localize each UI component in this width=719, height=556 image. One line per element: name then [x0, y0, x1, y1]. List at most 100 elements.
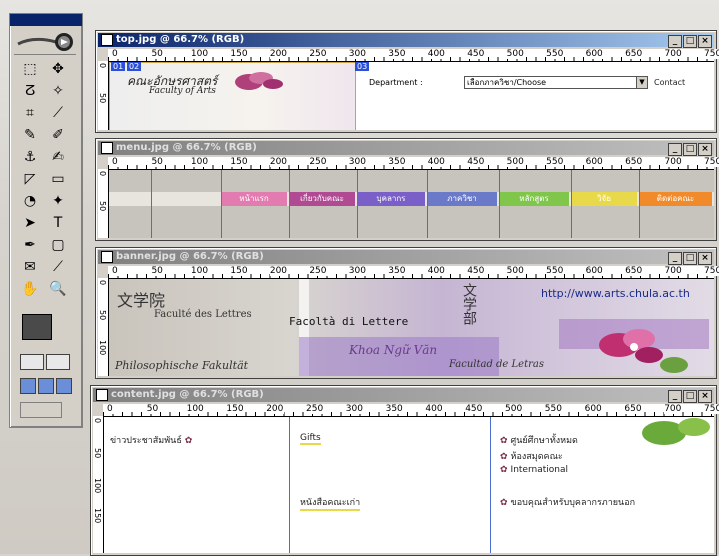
- eyedropper-icon[interactable]: ⟋: [44, 256, 72, 278]
- document-window-banner[interactable]: banner.jpg @ 66.7% (RGB) _ □ × 0 50 100 150 20…: [95, 247, 719, 379]
- ruler-tick-label: 300: [348, 157, 367, 167]
- window-titlebar[interactable]: menu.jpg @ 66.7% (RGB) _ □ ×: [98, 141, 714, 156]
- minimize-button[interactable]: _: [668, 390, 682, 403]
- banner-text: Khoa Ngữ Văn: [349, 343, 438, 357]
- standard-mode-icon[interactable]: [20, 354, 44, 370]
- jump-to-imageready-icon[interactable]: [20, 402, 62, 418]
- document-window-top[interactable]: top.jpg @ 66.7% (RGB) _ □ × 0 50 100 150 200 25…: [95, 30, 719, 133]
- crop-icon[interactable]: ⌗: [16, 102, 44, 124]
- zoom-icon[interactable]: 🔍: [44, 278, 72, 300]
- pen-icon[interactable]: ✒: [16, 234, 44, 256]
- ruler-tick-label: 500: [506, 157, 525, 167]
- document-window-menu[interactable]: menu.jpg @ 66.7% (RGB) _ □ × 0 50 100 150 200 2…: [95, 138, 719, 241]
- ruler-tick-label: 400: [427, 49, 446, 59]
- ruler-tick-label: 0: [107, 404, 114, 414]
- blur-icon[interactable]: ◔: [16, 190, 44, 212]
- menu-button[interactable]: ภาควิชา: [427, 192, 497, 206]
- bullet-icon: ✿: [184, 436, 193, 446]
- chevron-down-icon[interactable]: ▼: [636, 77, 647, 88]
- menu-button[interactable]: วิจัย: [571, 192, 637, 206]
- close-button[interactable]: ×: [698, 35, 712, 48]
- maximize-button[interactable]: □: [683, 143, 697, 156]
- menu-button[interactable]: หลักสูตร: [499, 192, 569, 206]
- tool-grid: ⬚ ✥ ⵒ ✧ ⌗ ⟋ ✎ ✐ ⚓ ✍ ◸ ▭ ◔ ✦ ➤ T ✒ ▢ ✉ ⟋ ✋ 🔍: [16, 58, 78, 300]
- ruler-tick-label: 200: [269, 266, 289, 276]
- slice-tag[interactable]: 02: [127, 62, 142, 71]
- maximize-button[interactable]: □: [683, 252, 697, 265]
- gradient-icon[interactable]: ▭: [44, 168, 72, 190]
- ruler-tick-label: 300: [345, 404, 364, 414]
- document-canvas[interactable]: ข่าวประชาสัมพันธ์ ✿ Gifts หนังสือคณะเก่า…: [104, 417, 714, 553]
- right-link[interactable]: ✿ International: [500, 465, 568, 475]
- gifts-label[interactable]: Gifts: [300, 433, 321, 445]
- document-icon: [101, 251, 113, 263]
- banner-url: http://www.arts.chula.ac.th: [541, 287, 690, 300]
- document-canvas[interactable]: 文学院 Faculté des Lettres Facoltà di Lette…: [109, 279, 714, 376]
- minimize-button[interactable]: _: [668, 143, 682, 156]
- notes-icon[interactable]: ✉: [16, 256, 44, 278]
- ruler-tick-label: 550: [546, 49, 565, 59]
- right-link[interactable]: ✿ ศูนย์ศึกษาทั้งหมด: [500, 433, 578, 447]
- path-select-icon[interactable]: ➤: [16, 212, 44, 234]
- menu-button[interactable]: บุคลากร: [357, 192, 425, 206]
- document-icon: [96, 389, 108, 401]
- ruler-tick-label: 450: [467, 157, 486, 167]
- ruler-tick-label: 50: [151, 266, 164, 276]
- standard-screen-icon[interactable]: [20, 378, 36, 394]
- document-window-content[interactable]: content.jpg @ 66.7% (RGB) _ □ × 0 50 100 150 2…: [90, 385, 719, 556]
- toolbox-titlebar[interactable]: [10, 14, 82, 26]
- clone-stamp-icon[interactable]: ⚓: [16, 146, 44, 168]
- type-icon[interactable]: T: [44, 212, 72, 234]
- window-titlebar[interactable]: top.jpg @ 66.7% (RGB) _ □ ×: [98, 33, 714, 48]
- menu-button[interactable]: หน้าแรก: [221, 192, 287, 206]
- document-canvas[interactable]: 01 02 03 คณะอักษรศาสตร์ Faculty of Arts …: [109, 62, 714, 130]
- close-button[interactable]: ×: [698, 252, 712, 265]
- full-screen-icon[interactable]: [56, 378, 72, 394]
- marquee-icon[interactable]: ⬚: [16, 58, 44, 80]
- bullet-icon: ✿: [500, 452, 508, 462]
- right-link[interactable]: ✿ ขอบคุณสำหรับบุคลากรภายนอก: [500, 495, 635, 509]
- magic-wand-icon[interactable]: ✧: [44, 80, 72, 102]
- healing-brush-icon[interactable]: ✎: [16, 124, 44, 146]
- window-titlebar[interactable]: content.jpg @ 66.7% (RGB) _ □ ×: [93, 388, 714, 403]
- ruler-tick-label: 200: [269, 49, 289, 59]
- close-button[interactable]: ×: [698, 143, 712, 156]
- brush-icon[interactable]: ✐: [44, 124, 72, 146]
- slice-tag[interactable]: 01: [111, 62, 126, 71]
- shape-icon[interactable]: ▢: [44, 234, 72, 256]
- close-button[interactable]: ×: [698, 390, 712, 403]
- document-canvas[interactable]: หน้าแรก เกี่ยวกับคณะ บุคลากร ภาควิชา หลักสูต…: [109, 170, 714, 238]
- menu-button[interactable]: เกี่ยวกับคณะ: [289, 192, 355, 206]
- slice-tag[interactable]: 03: [355, 62, 370, 71]
- right-link[interactable]: ✿ ห้องสมุดคณะ: [500, 449, 563, 463]
- ruler-tick-label: 150: [226, 404, 245, 414]
- maximize-button[interactable]: □: [683, 35, 697, 48]
- eraser-icon[interactable]: ◸: [16, 168, 44, 190]
- menu-button[interactable]: ติดต่อคณะ: [639, 192, 712, 206]
- foreground-color-swatch[interactable]: [22, 314, 52, 340]
- slice-icon[interactable]: ⟋: [44, 102, 72, 124]
- lasso-icon[interactable]: ⵒ: [16, 80, 44, 102]
- vertical-ruler: 0 50 100: [98, 278, 109, 376]
- full-screen-menu-icon[interactable]: [38, 378, 54, 394]
- department-select[interactable]: เลือกภาควิชา/Choose ▼: [464, 76, 648, 89]
- history-brush-icon[interactable]: ✍: [44, 146, 72, 168]
- ruler-tick-label: 250: [306, 404, 325, 414]
- hand-icon[interactable]: ✋: [16, 278, 44, 300]
- adobe-logo-icon[interactable]: [14, 30, 76, 55]
- minimize-button[interactable]: _: [668, 252, 682, 265]
- document-icon: [101, 34, 113, 46]
- minimize-button[interactable]: _: [668, 35, 682, 48]
- window-titlebar[interactable]: banner.jpg @ 66.7% (RGB) _ □ ×: [98, 250, 714, 265]
- dodge-icon[interactable]: ✦: [44, 190, 72, 212]
- ruler-tick-label: 450: [467, 266, 486, 276]
- move-icon[interactable]: ✥: [44, 58, 72, 80]
- ruler-tick-label: 0: [98, 171, 107, 177]
- old-books-label[interactable]: หนังสือคณะเก่า: [300, 495, 361, 511]
- ruler-tick-label: 600: [585, 266, 604, 276]
- maximize-button[interactable]: □: [683, 390, 697, 403]
- ruler-tick-label: 500: [506, 49, 525, 59]
- quickmask-mode-icon[interactable]: [46, 354, 70, 370]
- bullet-icon: ✿: [500, 498, 508, 508]
- ruler-tick-label: 700: [664, 49, 683, 59]
